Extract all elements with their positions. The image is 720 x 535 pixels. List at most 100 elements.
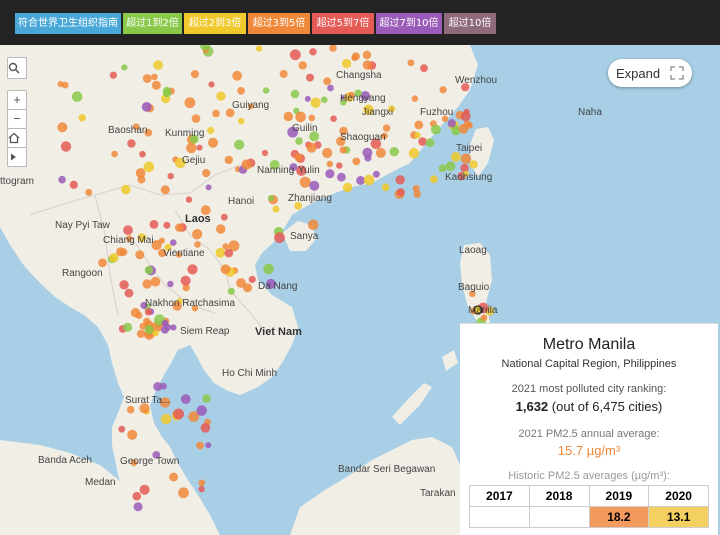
city-dot[interactable] [185, 196, 193, 203]
zoom-in-button[interactable]: + [7, 90, 27, 110]
city-dot[interactable] [262, 87, 270, 94]
city-dot[interactable] [306, 73, 314, 82]
city-dot[interactable] [160, 382, 167, 390]
city-dot[interactable] [255, 45, 263, 52]
city-dot[interactable] [78, 114, 86, 122]
play-button[interactable] [7, 147, 27, 167]
city-dot[interactable] [58, 175, 66, 184]
city-dot[interactable] [224, 155, 233, 165]
city-dot[interactable] [321, 96, 328, 104]
city-dot[interactable] [130, 308, 141, 318]
city-dot[interactable] [144, 265, 154, 275]
city-dot[interactable] [414, 120, 424, 130]
city-dot[interactable] [200, 423, 211, 433]
city-dot[interactable] [411, 95, 419, 102]
legend-2-3x[interactable]: 超过2到3倍 [184, 13, 246, 34]
city-dot[interactable] [222, 243, 229, 250]
city-dot[interactable] [139, 484, 150, 495]
city-dot[interactable] [295, 137, 303, 145]
city-dot[interactable] [160, 325, 169, 334]
city-dot[interactable] [261, 149, 269, 157]
city-dot[interactable] [241, 159, 252, 170]
city-dot[interactable] [342, 182, 353, 193]
legend-3-5x[interactable]: 超过3到5倍 [248, 13, 310, 34]
legend-over-10x[interactable]: 超过10倍 [444, 13, 496, 34]
city-dot[interactable] [169, 472, 179, 482]
city-dot[interactable] [274, 232, 285, 244]
city-dot[interactable] [152, 330, 159, 337]
city-dot[interactable] [429, 175, 438, 184]
legend-1-2x[interactable]: 超过1到2倍 [123, 13, 182, 34]
city-dot[interactable] [180, 275, 191, 286]
city-dot[interactable] [127, 139, 136, 148]
city-dot[interactable] [294, 153, 303, 162]
city-dot[interactable] [325, 169, 335, 179]
city-dot[interactable] [170, 239, 177, 246]
city-dot[interactable] [216, 224, 226, 234]
legend-5-7x[interactable]: 超过5到7倍 [312, 13, 374, 34]
city-dot[interactable] [163, 221, 171, 229]
city-dot[interactable] [362, 147, 373, 158]
city-dot[interactable] [309, 180, 320, 191]
city-dot[interactable] [198, 485, 205, 493]
zoom-out-button[interactable]: − [7, 109, 27, 129]
city-dot[interactable] [85, 188, 93, 196]
city-dot[interactable] [153, 60, 163, 70]
city-dot[interactable] [202, 169, 211, 178]
city-dot[interactable] [220, 264, 231, 275]
city-dot[interactable] [142, 74, 152, 83]
city-dot[interactable] [351, 54, 358, 62]
city-dot[interactable] [310, 97, 321, 108]
city-dot[interactable] [180, 394, 191, 404]
city-dot[interactable] [460, 153, 472, 164]
city-dot[interactable] [279, 70, 288, 78]
city-dot[interactable] [237, 117, 245, 125]
city-dot[interactable] [207, 126, 215, 135]
city-dot[interactable] [161, 319, 169, 327]
city-dot[interactable] [425, 138, 435, 147]
city-dot[interactable] [309, 48, 317, 56]
city-dot[interactable] [162, 86, 171, 95]
city-dot[interactable] [57, 122, 68, 133]
city-dot[interactable] [414, 132, 421, 139]
city-dot[interactable] [111, 150, 118, 158]
city-dot[interactable] [341, 58, 352, 69]
city-dot[interactable] [381, 183, 390, 192]
city-dot[interactable] [121, 64, 128, 71]
city-dot[interactable] [420, 64, 428, 73]
city-dot[interactable] [339, 146, 347, 154]
city-dot[interactable] [330, 115, 337, 122]
city-dot[interactable] [158, 237, 165, 244]
city-dot[interactable] [196, 441, 205, 450]
city-dot[interactable] [395, 175, 405, 185]
city-dot[interactable] [289, 49, 301, 61]
city-dot[interactable] [326, 160, 333, 168]
city-dot[interactable] [160, 185, 170, 195]
city-dot[interactable] [438, 164, 447, 173]
map-search-button[interactable] [7, 57, 27, 79]
city-dot[interactable] [61, 81, 69, 89]
city-dot[interactable] [184, 97, 196, 109]
city-dot[interactable] [119, 248, 128, 256]
city-dot[interactable] [337, 172, 346, 182]
city-dot[interactable] [143, 161, 155, 173]
city-dot[interactable] [232, 70, 243, 81]
city-dot[interactable] [447, 119, 456, 128]
city-dot[interactable] [109, 253, 119, 263]
city-dot[interactable] [178, 487, 189, 499]
city-dot[interactable] [173, 408, 184, 420]
city-dot[interactable] [205, 184, 212, 191]
legend-7-10x[interactable]: 超过7到10倍 [376, 13, 442, 34]
city-dot[interactable] [136, 329, 145, 338]
city-dot[interactable] [375, 147, 386, 158]
city-dot[interactable] [306, 142, 317, 153]
city-dot[interactable] [142, 279, 152, 289]
city-dot[interactable] [123, 322, 133, 332]
city-dot[interactable] [198, 479, 206, 487]
city-dot[interactable] [304, 95, 311, 102]
city-dot[interactable] [327, 84, 334, 92]
city-dot[interactable] [121, 184, 131, 195]
city-dot[interactable] [362, 60, 373, 70]
city-dot[interactable] [196, 405, 207, 416]
city-dot[interactable] [372, 170, 380, 178]
